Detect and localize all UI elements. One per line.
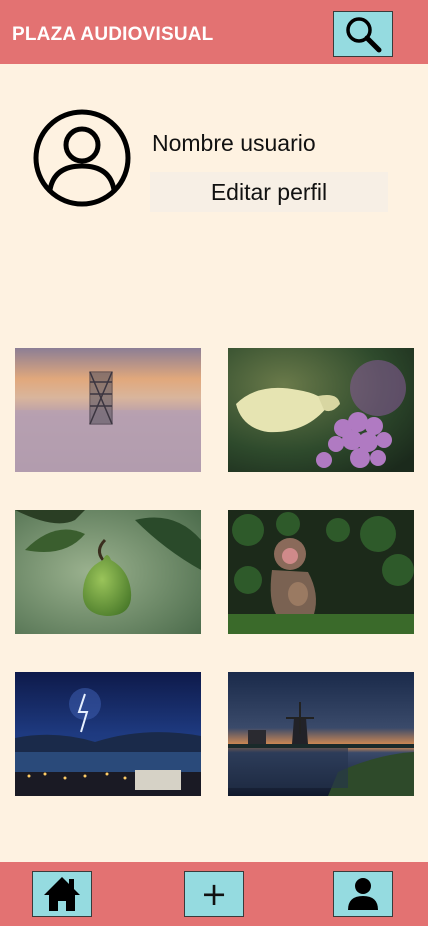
add-button[interactable]: + (184, 871, 244, 917)
gallery-item[interactable] (228, 672, 414, 796)
search-icon (346, 17, 382, 53)
user-icon (348, 878, 378, 910)
plus-icon: + (200, 875, 228, 913)
gallery-item[interactable] (228, 510, 414, 634)
bottom-nav: + (0, 862, 428, 926)
gallery-image (15, 348, 201, 472)
gallery-image (15, 672, 201, 796)
gallery-image (228, 672, 414, 796)
gallery-item[interactable] (15, 348, 201, 472)
search-button[interactable] (333, 11, 393, 57)
gallery-item[interactable] (15, 672, 201, 796)
avatar (32, 108, 132, 208)
app-title: PLAZA AUDIOVISUAL (12, 24, 214, 45)
profile-button[interactable] (333, 871, 393, 917)
gallery-image (228, 510, 414, 634)
home-button[interactable] (32, 871, 92, 917)
edit-profile-button[interactable]: Editar perfil (150, 172, 388, 212)
user-circle-icon (33, 109, 131, 207)
gallery-image (228, 348, 414, 472)
username: Nombre usuario (152, 130, 316, 156)
gallery-image (15, 510, 201, 634)
top-bar: PLAZA AUDIOVISUAL (0, 0, 428, 64)
home-icon (44, 877, 80, 911)
gallery-item[interactable] (228, 348, 414, 472)
gallery-item[interactable] (15, 510, 201, 634)
